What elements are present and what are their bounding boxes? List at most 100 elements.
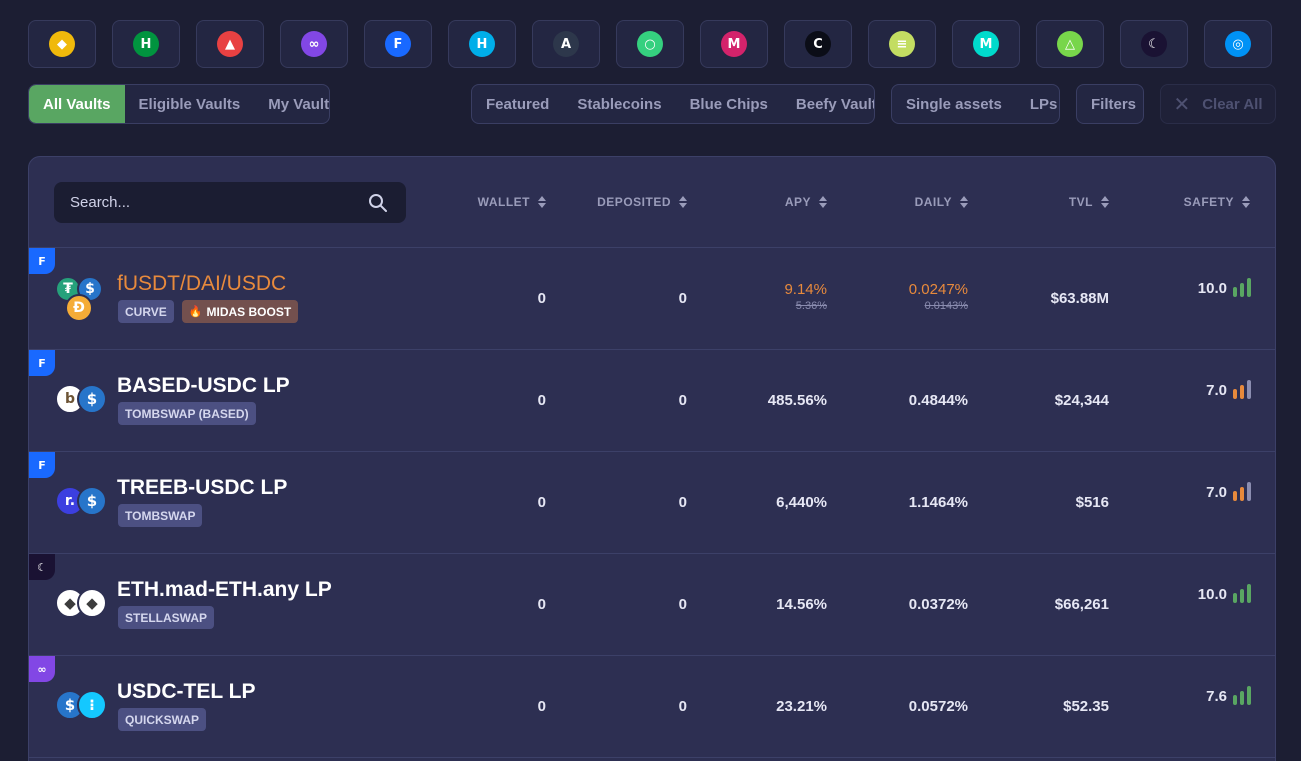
filter-stablecoins[interactable]: Stablecoins	[563, 85, 675, 123]
chain-badge-glyph: F	[38, 356, 46, 370]
wallet-value: 0	[538, 596, 546, 613]
safety-bar	[1240, 487, 1244, 501]
vault-tags: QUICKSWAP	[118, 708, 207, 731]
table-row[interactable]: Fr. $ TREEB-USDC LP TOMBSWAP 0 0 6,440% 1.1464%…	[29, 452, 1275, 554]
aurora-icon: △	[1057, 31, 1083, 57]
wallet-text: 0	[537, 596, 546, 613]
filter-featured[interactable]: Featured	[472, 85, 563, 123]
table-row[interactable]: ☾ ◆ ◆ ETH.mad-ETH.any LP STELLASWAP 0 0 14.56% 0…	[29, 554, 1275, 656]
asset-icons: ◆ ◆	[53, 578, 109, 634]
chain-button-emerald[interactable]: ◎	[1204, 20, 1272, 68]
column-tvl[interactable]: TVL	[1069, 195, 1109, 209]
vault-tabs: All Vaults Eligible Vaults My Vaults	[28, 84, 330, 124]
chain-button-bsc[interactable]: ◆	[28, 20, 96, 68]
chain-button-avax[interactable]: ▲	[196, 20, 264, 68]
tag-label: TOMBSWAP	[125, 508, 196, 523]
tvl-value: $66,261	[1055, 596, 1109, 613]
safety-bars-icon	[1233, 584, 1251, 603]
chain-button-fantom[interactable]: F	[364, 20, 432, 68]
table-row[interactable]: ∞ $ ⁝ USDC-TEL LP QUICKSWAP 0 0 23.21% 0.0572% $5…	[29, 656, 1275, 758]
clear-all-button[interactable]: ✕ Clear All	[1160, 84, 1276, 124]
sort-icon	[960, 196, 968, 208]
tag-label: MIDAS BOOST	[206, 304, 292, 319]
vault-tags: TOMBSWAP	[118, 504, 203, 527]
safety-bar	[1233, 593, 1237, 603]
safety-bar	[1233, 389, 1237, 399]
vault-tags: CURVE 🔥 MIDAS BOOST	[118, 300, 299, 323]
chain-button-arbitrum[interactable]: A	[532, 20, 600, 68]
tab-eligible-vaults[interactable]: Eligible Vaults	[125, 85, 255, 123]
wallet-value: 0	[538, 392, 546, 409]
filter-single-assets[interactable]: Single assets	[892, 85, 1016, 123]
chain-button-heco[interactable]: H	[112, 20, 180, 68]
polygon-icon: ∞	[29, 656, 55, 682]
cronos-icon: C	[805, 31, 831, 57]
filter-lps[interactable]: LPs	[1016, 85, 1059, 123]
column-safety[interactable]: SAFETY	[1184, 195, 1250, 209]
column-deposited-label: DEPOSITED	[597, 195, 671, 209]
chain-button-celo[interactable]: ○	[616, 20, 684, 68]
column-wallet[interactable]: WALLET	[478, 195, 546, 209]
arbitrum-icon: A	[553, 31, 579, 57]
chain-badge-glyph: ∞	[37, 662, 47, 676]
filter-blue-chips[interactable]: Blue Chips	[676, 85, 782, 123]
chain-button-fuse[interactable]: ≡	[868, 20, 936, 68]
deposited-text: 0	[678, 290, 687, 307]
filters-button[interactable]: Filters	[1077, 85, 1143, 123]
asset-icons: r. $	[53, 476, 109, 532]
daily-text: 1.1464%	[908, 494, 968, 511]
polygon-icon: ∞	[301, 31, 327, 57]
column-apy[interactable]: APY	[785, 195, 827, 209]
safety-bars-icon	[1233, 380, 1251, 399]
fantom-icon: F	[29, 452, 55, 478]
daily-value: 0.0572%	[909, 698, 968, 715]
column-deposited[interactable]: DEPOSITED	[597, 195, 687, 209]
search-icon[interactable]	[368, 193, 388, 213]
tvl-text: $24,344	[1054, 392, 1109, 409]
column-daily[interactable]: DAILY	[915, 195, 968, 209]
daily-value: 1.1464%	[909, 494, 968, 511]
daily-value: 0.4844%	[909, 392, 968, 409]
table-row[interactable]: F ₮ $ Ð fUSDT/DAI/USDC CURVE 🔥 MIDAS BOOST 0 0 9.1…	[29, 248, 1275, 350]
safety-bar	[1247, 584, 1251, 603]
safety-value: 10.0	[1197, 280, 1227, 297]
safety-bars-icon	[1233, 278, 1251, 297]
daily-value: 0.0372%	[909, 596, 968, 613]
vault-name: ETH.mad-ETH.any LP	[117, 578, 332, 601]
chain-button-moonriver[interactable]: M	[700, 20, 768, 68]
vault-table: WALLET DEPOSITED APY DAILY TVL SAFETY F ₮…	[28, 156, 1276, 761]
apy-value: 9.14% 5.36%	[784, 281, 827, 312]
tab-all-vaults[interactable]: All Vaults	[29, 85, 125, 123]
tag-label: STELLASWAP	[125, 610, 208, 625]
deposited-text: 0	[678, 494, 687, 511]
tag-label: CURVE	[125, 304, 167, 319]
fire-icon: 🔥	[188, 306, 203, 318]
column-wallet-label: WALLET	[477, 195, 530, 209]
chain-button-cronos[interactable]: C	[784, 20, 852, 68]
chain-button-polygon[interactable]: ∞	[280, 20, 348, 68]
safety-bar	[1233, 287, 1237, 297]
safety-score: 7.0	[1206, 380, 1251, 399]
chain-button-harmony[interactable]: H	[448, 20, 516, 68]
wallet-text: 0	[537, 290, 546, 307]
apy-text: 9.14%	[784, 281, 827, 298]
apy-text: 485.56%	[767, 392, 827, 409]
platform-tag: QUICKSWAP	[118, 708, 207, 731]
safety-bar	[1233, 491, 1237, 501]
search-input[interactable]	[70, 194, 350, 211]
token-icon: Ð	[65, 294, 93, 322]
deposited-value: 0	[679, 698, 687, 715]
deposited-text: 0	[678, 596, 687, 613]
safety-bar	[1247, 278, 1251, 297]
heco-icon: H	[133, 31, 159, 57]
chain-button-moonbeam[interactable]: ☾	[1120, 20, 1188, 68]
chain-button-metis[interactable]: M	[952, 20, 1020, 68]
tvl-text: $66,261	[1054, 596, 1109, 613]
chain-button-aurora[interactable]: △	[1036, 20, 1104, 68]
table-row[interactable]: Fb $ BASED-USDC LP TOMBSWAP (BASED) 0 0 485.56…	[29, 350, 1275, 452]
bnb-icon: ◆	[49, 31, 75, 57]
tab-my-vaults[interactable]: My Vaults	[254, 85, 329, 123]
safety-bar	[1247, 380, 1251, 399]
deposited-value: 0	[679, 596, 687, 613]
filter-beefy-vaults[interactable]: Beefy Vaults	[782, 85, 874, 123]
